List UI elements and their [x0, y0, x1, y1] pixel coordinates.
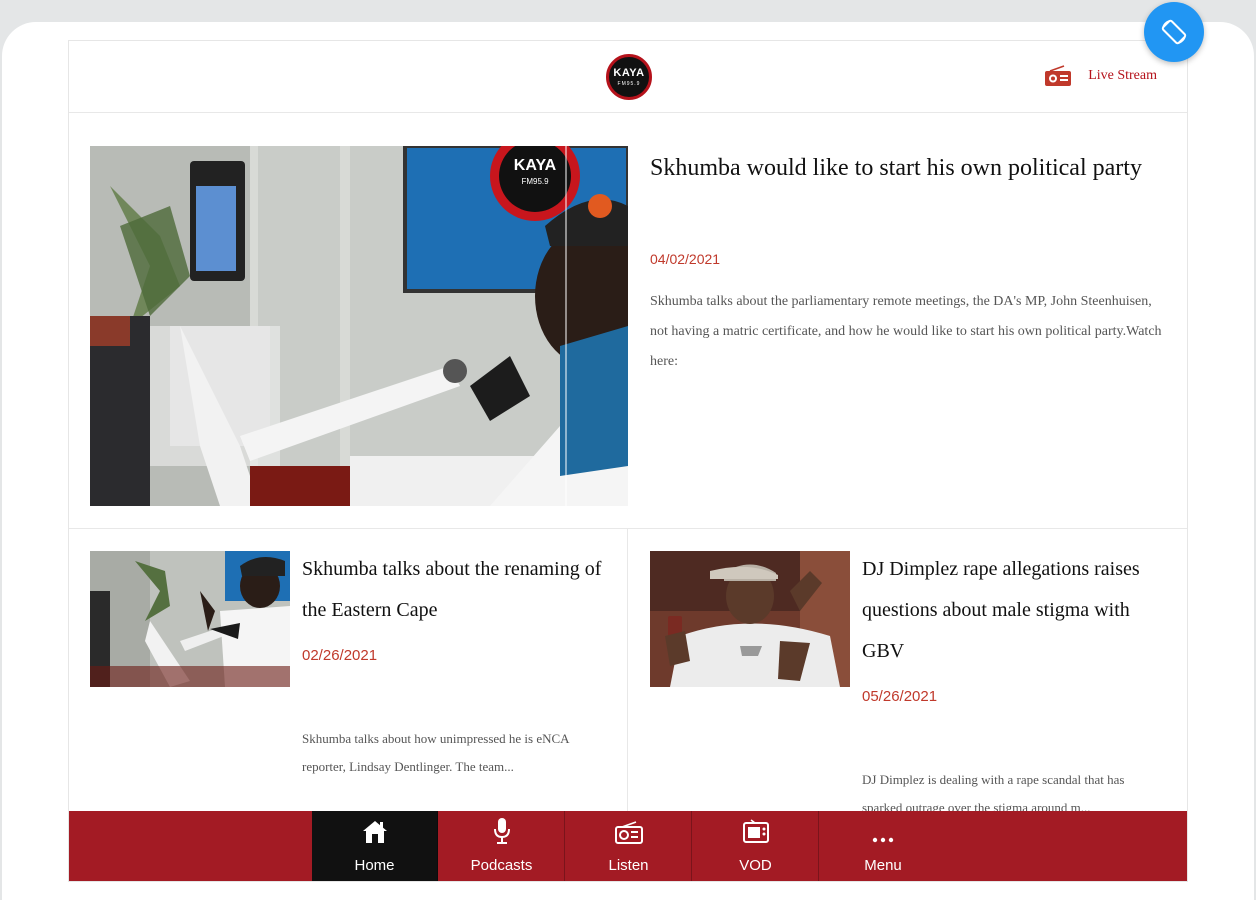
article-card-title[interactable]: DJ Dimplez rape allegations raises quest…: [862, 549, 1162, 672]
featured-article-date: 04/02/2021: [650, 251, 721, 267]
nav-label: VOD: [739, 857, 772, 874]
nav-item-listen[interactable]: Listen: [566, 811, 692, 881]
nav-item-menu[interactable]: Menu: [820, 811, 946, 881]
screen-rotation-icon: [1161, 19, 1187, 45]
article-card-title[interactable]: Skhumba talks about the renaming of the …: [302, 549, 602, 631]
station-logo[interactable]: KAYA FM95.9: [606, 54, 652, 100]
more-icon: [872, 837, 894, 843]
studio-sign-subtext: FM95.9: [521, 177, 549, 186]
studio-sign-text: KAYA: [514, 157, 557, 174]
article-card-date: 05/26/2021: [862, 688, 938, 705]
article-card-date: 02/26/2021: [302, 647, 378, 664]
live-stream-label: Live Stream: [1088, 68, 1157, 83]
featured-article-description: Skhumba talks about the parliamentary re…: [650, 294, 1162, 369]
nav-item-home[interactable]: Home: [312, 811, 438, 881]
app-window: KAYA FM95.9 Live Stream KAYA FM95.9 Skhu…: [68, 40, 1188, 882]
nav-label: Home: [354, 857, 395, 874]
home-icon: [362, 821, 387, 843]
bottom-navigation: Home Podcasts Listen VOD Menu: [69, 811, 1187, 881]
logo-text: KAYA: [613, 66, 645, 79]
nav-item-podcasts[interactable]: Podcasts: [439, 811, 565, 881]
article-card-description: Skhumba talks about how unimpressed he i…: [302, 731, 569, 774]
nav-label: Podcasts: [470, 857, 533, 874]
microphone-icon: [493, 818, 510, 844]
featured-article-image[interactable]: KAYA FM95.9: [90, 146, 628, 506]
live-stream-link[interactable]: Live Stream: [1044, 65, 1157, 87]
top-header: KAYA FM95.9 Live Stream: [69, 41, 1187, 113]
article-card-image[interactable]: [650, 551, 850, 687]
nav-item-vod[interactable]: VOD: [693, 811, 819, 881]
radio-icon: [1045, 65, 1072, 86]
article-card[interactable]: Skhumba talks about the renaming of the …: [69, 529, 628, 811]
nav-label: Menu: [864, 857, 902, 874]
featured-article-title[interactable]: Skhumba would like to start his own poli…: [650, 145, 1150, 191]
radio-icon: [614, 821, 643, 844]
tv-icon: [742, 819, 769, 843]
article-card[interactable]: DJ Dimplez rape allegations raises quest…: [628, 529, 1187, 815]
featured-article[interactable]: KAYA FM95.9 Skhumba would like to start …: [69, 113, 1187, 529]
rotate-screen-button[interactable]: [1144, 2, 1204, 62]
article-card-image[interactable]: [90, 551, 290, 687]
logo-subtext: FM95.9: [617, 80, 641, 87]
nav-label: Listen: [608, 857, 649, 874]
